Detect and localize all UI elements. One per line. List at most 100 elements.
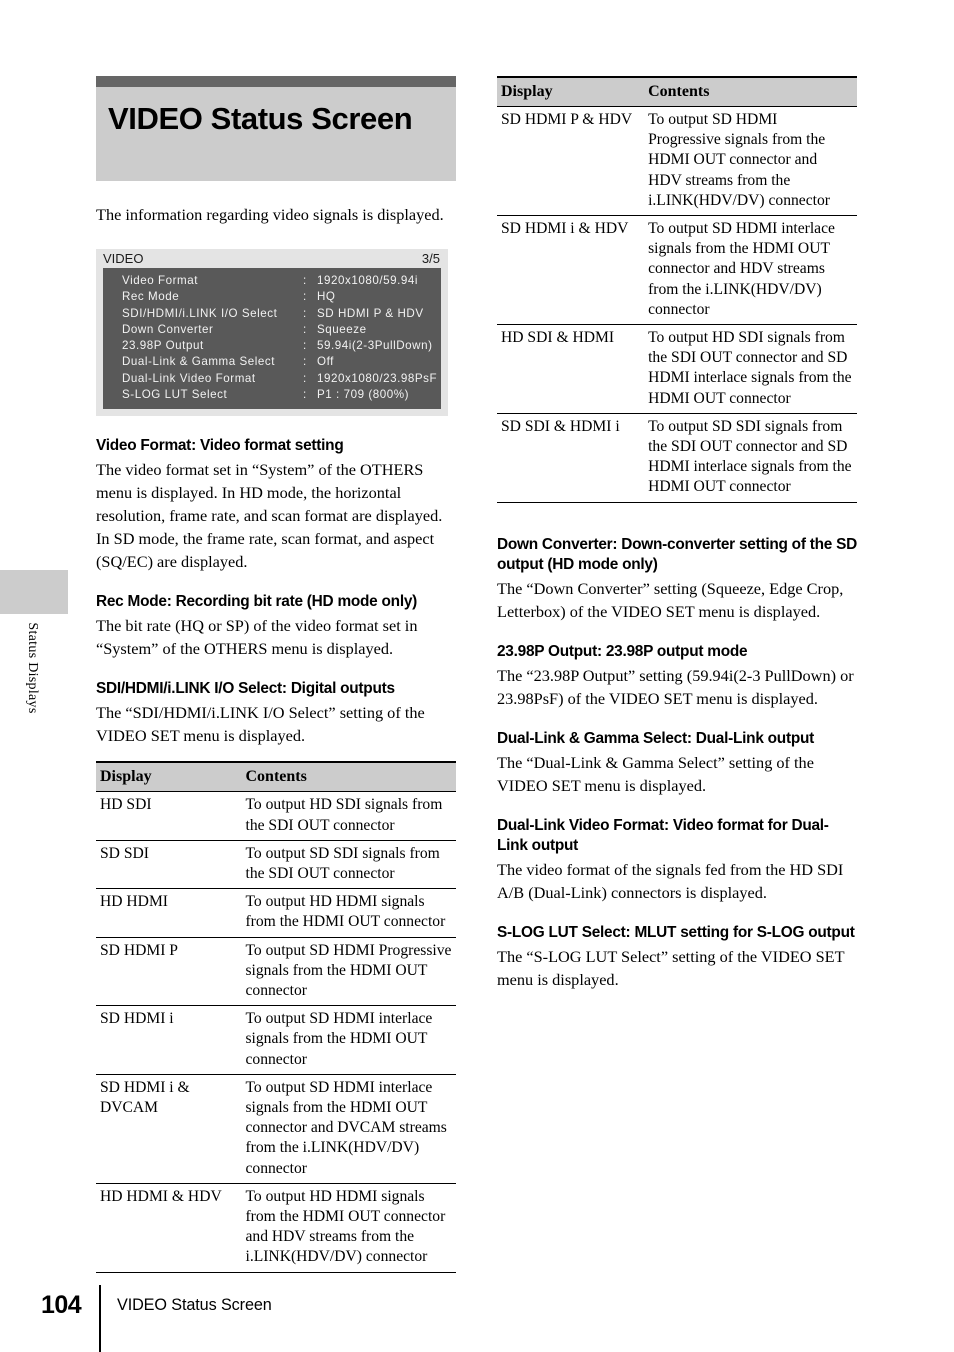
table-cell-contents: To output HD SDI signals from the SDI OU… — [644, 324, 857, 414]
status-row-label: Dual-Link & Gamma Select — [122, 355, 276, 369]
status-row: Dual-Link Video Format : 1920x1080/23.98… — [103, 371, 441, 387]
chapter-banner: VIDEO Status Screen — [96, 76, 456, 181]
status-row: SDI/HDMI/i.LINK I/O Select : SD HDMI P &… — [103, 306, 441, 322]
table-row: HD HDMI & HDV To output HD HDMI signals … — [96, 1183, 456, 1273]
table-cell-display: SD HDMI P & HDV — [497, 106, 645, 217]
status-row-label: Video Format — [122, 274, 198, 287]
table-cell-contents: To output HD HDMI signals from the HDMI … — [241, 1183, 456, 1273]
table-row: SD HDMI P & HDV To output SD HDMI Progre… — [497, 106, 857, 217]
status-row-colon: : — [303, 388, 307, 402]
table-cell-display: HD SDI & HDMI — [497, 324, 645, 414]
digital-outputs-table-part2: Display Contents SD HDMI P & HDV To outp… — [497, 76, 857, 503]
section-body-io-select: The “SDI/HDMI/i.LINK I/O Select” setting… — [96, 703, 425, 746]
section-heading-down-converter: Down Converter: Down-converter setting o… — [497, 535, 857, 573]
table-header-display: Display — [96, 761, 242, 793]
table-cell-display: SD SDI — [96, 840, 242, 890]
status-row-value: 1920x1080/23.98PsF — [317, 371, 438, 385]
left-column: VIDEO Status Screen The information rega… — [96, 76, 456, 1273]
table-row: SD HDMI i To output SD HDMI interlace si… — [96, 1005, 456, 1075]
table-cell-display: SD HDMI P — [96, 937, 242, 1007]
section-heading-io-select: SDI/HDMI/i.LINK I/O Select: Digital outp… — [96, 680, 395, 698]
section-body-video-format: The video format set in “System” of the … — [96, 460, 443, 572]
table-header-display: Display — [497, 76, 645, 107]
section-heading-dual-link-gamma: Dual-Link & Gamma Select: Dual-Link outp… — [497, 729, 815, 747]
table-cell-contents: To output HD HDMI signals from the HDMI … — [241, 888, 456, 938]
section-heading-2398p-output: 23.98P Output: 23.98P output mode — [497, 642, 748, 660]
table-cell-display: SD HDMI i & DVCAM — [96, 1074, 242, 1184]
status-row-value: Squeeze — [317, 322, 367, 336]
right-column: Display Contents SD HDMI P & HDV To outp… — [497, 76, 857, 991]
page-title: VIDEO Status Screen — [108, 101, 413, 136]
status-row-colon: : — [303, 290, 307, 304]
status-row-label: S-LOG LUT Select — [122, 388, 228, 402]
section-heading-slog-lut: S-LOG LUT Select: MLUT setting for S-LOG… — [497, 923, 855, 941]
status-row-label: 23.98P Output — [122, 339, 204, 353]
status-screen-header: VIDEO 3/5 — [96, 249, 448, 268]
table-cell-contents: To output SD HDMI Progressive signals fr… — [241, 937, 456, 1007]
section-heading-rec-mode: Rec Mode: Recording bit rate (HD mode on… — [96, 593, 418, 611]
section-body-dual-link-format: The video format of the signals fed from… — [497, 859, 844, 902]
status-row: 23.98P Output : 59.94i(2-3PullDown) — [103, 338, 441, 354]
status-row-label: Rec Mode — [122, 290, 180, 304]
status-row: Dual-Link & Gamma Select : Off — [103, 354, 441, 370]
table-row: SD HDMI i & HDV To output SD HDMI interl… — [497, 215, 857, 326]
table-row: HD HDMI To output HD HDMI signals from t… — [96, 888, 456, 938]
table-header-row: Display Contents — [96, 761, 456, 793]
section-body-dual-link-gamma: The “Dual-Link & Gamma Select” setting o… — [497, 752, 814, 795]
footer-title: VIDEO Status Screen — [117, 1296, 272, 1314]
table-cell-contents: To output SD HDMI interlace signals from… — [241, 1005, 456, 1075]
page-footer: 104 VIDEO Status Screen — [0, 1285, 954, 1352]
table-header-contents: Contents — [644, 76, 857, 107]
table-header-contents: Contents — [241, 761, 456, 793]
footer-divider — [99, 1285, 101, 1352]
status-row-label: Down Converter — [122, 322, 214, 336]
status-row-label: Dual-Link Video Format — [122, 371, 256, 385]
status-row-colon: : — [303, 322, 307, 336]
table-cell-contents: To output HD SDI signals from the SDI OU… — [241, 791, 456, 841]
table-row: SD HDMI P To output SD HDMI Progressive … — [96, 937, 456, 1007]
table-cell-display: HD SDI — [96, 791, 242, 841]
table-row: SD SDI To output SD SDI signals from the… — [96, 840, 456, 890]
section-heading-dual-link-format: Dual-Link Video Format: Video format for… — [497, 816, 829, 854]
page-number: 104 — [41, 1291, 82, 1319]
status-row-value: SD HDMI P & HDV — [317, 306, 424, 320]
table-cell-display: HD HDMI — [96, 888, 242, 938]
table-header-row: Display Contents — [497, 76, 857, 107]
intro-paragraph: The information regarding video signals … — [96, 205, 444, 224]
status-row-value: HQ — [317, 290, 336, 304]
status-row: S-LOG LUT Select : P1 : 709 (800%) — [103, 387, 441, 403]
status-screen-page-indicator: 3/5 — [421, 251, 440, 266]
status-row-value: P1 : 709 (800%) — [317, 388, 410, 402]
table-cell-display: SD HDMI i & HDV — [497, 215, 645, 326]
status-row-value: Off — [317, 355, 334, 369]
table-cell-contents: To output SD SDI signals from the SDI OU… — [644, 413, 857, 503]
status-row: Rec Mode : HQ — [103, 289, 441, 305]
table-row: SD SDI & HDMI i To output SD SDI signals… — [497, 413, 857, 503]
table-row: HD SDI To output HD SDI signals from the… — [96, 791, 456, 841]
status-row: Down Converter : Squeeze — [103, 322, 441, 338]
section-body-down-converter: The “Down Converter” setting (Squeeze, E… — [497, 578, 844, 621]
status-row-value: 59.94i(2-3PullDown) — [317, 339, 433, 353]
status-row: Video Format : 1920x1080/59.94i — [103, 273, 441, 289]
status-row-label: SDI/HDMI/i.LINK I/O Select — [122, 306, 278, 320]
table-cell-contents: To output SD HDMI Progressive signals fr… — [644, 106, 857, 217]
section-body-2398p-output: The “23.98P Output” setting (59.94i(2-3 … — [497, 665, 854, 708]
section-body-rec-mode: The bit rate (HQ or SP) of the video for… — [96, 616, 418, 659]
side-tab-label: Status Displays — [25, 622, 40, 714]
table-cell-display: SD SDI & HDMI i — [497, 413, 645, 503]
section-body-slog-lut: The “S-LOG LUT Select” setting of the VI… — [497, 946, 845, 989]
status-row-colon: : — [303, 306, 307, 320]
status-row-colon: : — [303, 339, 307, 353]
table-cell-display: SD HDMI i — [96, 1005, 242, 1075]
table-cell-display: HD HDMI & HDV — [96, 1183, 242, 1273]
video-status-screen-figure: VIDEO 3/5 Video Format : 1920x1080/59.94… — [96, 249, 448, 417]
status-row-colon: : — [303, 274, 307, 287]
status-row-value: 1920x1080/59.94i — [317, 274, 418, 287]
table-cell-contents: To output SD HDMI interlace signals from… — [241, 1074, 456, 1184]
status-screen-body: Video Format : 1920x1080/59.94i Rec Mode… — [103, 268, 441, 410]
table-row: SD HDMI i & DVCAM To output SD HDMI inte… — [96, 1074, 456, 1184]
digital-outputs-table-part1: Display Contents HD SDI To output HD SDI… — [96, 761, 456, 1273]
table-cell-contents: To output SD HDMI interlace signals from… — [644, 215, 857, 326]
table-row: HD SDI & HDMI To output HD SDI signals f… — [497, 324, 857, 414]
status-screen-title: VIDEO — [103, 251, 144, 266]
